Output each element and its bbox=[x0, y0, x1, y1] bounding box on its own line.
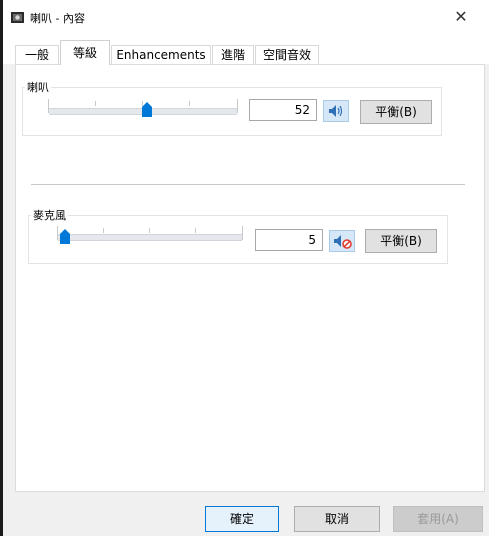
apply-button[interactable]: 套用(A) bbox=[393, 506, 483, 532]
window-title: 喇叭 - 內容 bbox=[30, 12, 85, 25]
slider-tick bbox=[195, 228, 196, 233]
speaker-icon bbox=[11, 12, 24, 23]
ok-button[interactable]: 確定 bbox=[205, 506, 279, 532]
slider-tick bbox=[103, 228, 104, 233]
close-button[interactable]: ✕ bbox=[444, 6, 478, 28]
microphone-slider-track[interactable] bbox=[58, 234, 242, 241]
tab-advanced[interactable]: 進階 bbox=[212, 45, 254, 64]
slider-end-tick bbox=[57, 226, 58, 240]
slider-tick bbox=[149, 228, 150, 233]
speaker-muted-icon bbox=[334, 235, 352, 249]
microphone-level-value[interactable]: 5 bbox=[255, 229, 323, 251]
microphone-balance-button[interactable]: 平衡(B) bbox=[365, 229, 437, 253]
window-edge bbox=[0, 0, 3, 536]
slider-tick bbox=[189, 101, 190, 106]
slider-end-tick bbox=[242, 226, 243, 240]
tab-general[interactable]: 一般 bbox=[15, 45, 59, 64]
speaker-label: 喇叭 bbox=[25, 79, 51, 95]
microphone-label: 麥克風 bbox=[31, 207, 68, 223]
speaker-mute-button[interactable] bbox=[323, 100, 349, 122]
group-separator bbox=[31, 184, 465, 185]
microphone-mute-button[interactable] bbox=[329, 230, 355, 252]
speaker-balance-button[interactable]: 平衡(B) bbox=[360, 100, 432, 124]
microphone-slider-thumb[interactable] bbox=[60, 229, 70, 244]
tab-levels[interactable]: 等級 bbox=[60, 40, 110, 65]
speaker-level-value[interactable]: 52 bbox=[249, 99, 317, 121]
speaker-slider-thumb[interactable] bbox=[142, 102, 152, 117]
cancel-button[interactable]: 取消 bbox=[294, 506, 380, 532]
tab-enhancements[interactable]: Enhancements bbox=[111, 45, 211, 64]
tab-spatial-sound[interactable]: 空間音效 bbox=[255, 45, 319, 64]
speaker-volume-icon bbox=[329, 105, 343, 117]
slider-end-tick bbox=[48, 99, 49, 113]
slider-tick bbox=[95, 101, 96, 106]
slider-end-tick bbox=[237, 99, 238, 113]
